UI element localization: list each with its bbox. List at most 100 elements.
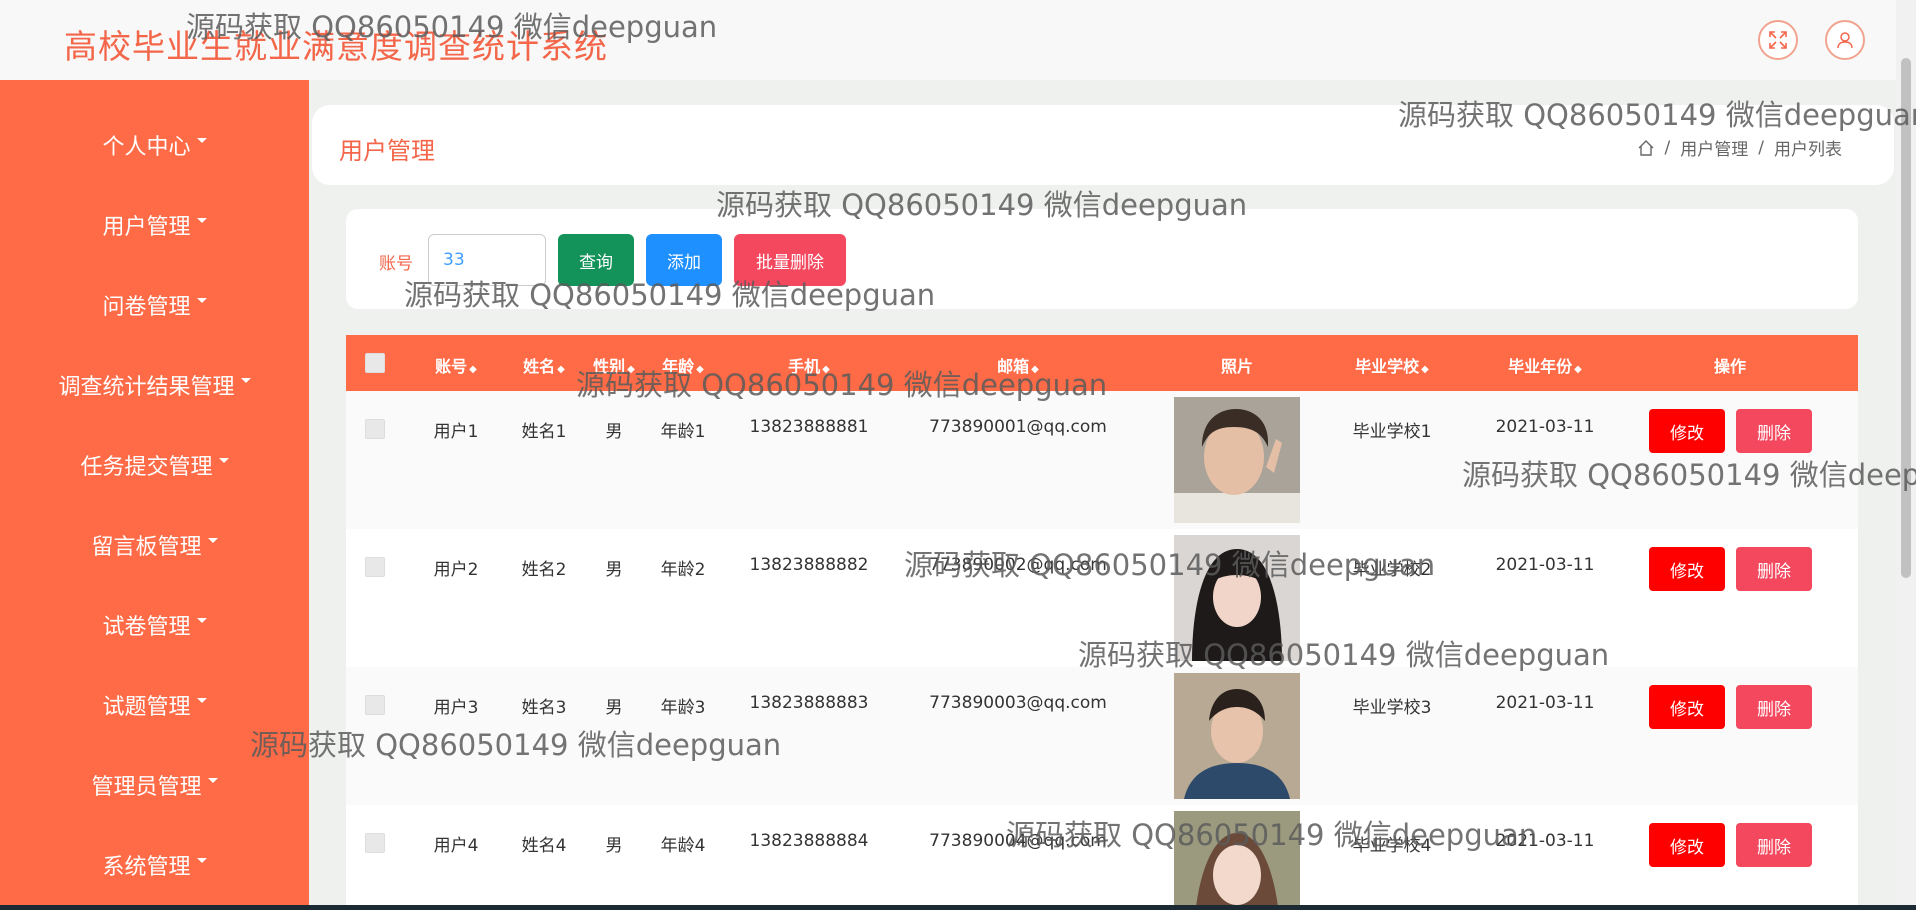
scroll-thumb[interactable] <box>1901 58 1911 578</box>
table-row: 用户3 姓名3 男 年龄3 13823888883 773890003@qq.c… <box>346 667 1858 806</box>
sidebar-item-label: 试卷管理 <box>102 615 191 640</box>
sidebar-item-label: 调查统计结果管理 <box>58 375 235 400</box>
caret-down-icon <box>196 617 207 623</box>
sort-icon: ◆ <box>1574 364 1582 375</box>
cell-gender: 男 <box>605 698 623 718</box>
user-photo <box>1174 811 1300 905</box>
sidebar-item-label: 个人中心 <box>102 135 191 160</box>
sidebar-item-system[interactable]: 系统管理 <box>0 845 309 885</box>
os-taskbar <box>0 905 1916 910</box>
column-header-actions: 操作 <box>1713 357 1747 376</box>
user-table: 账号 ◆ 姓名 ◆ 性别 ◆ 年龄 ◆ 手机 ◆ 邮箱 ◆ 照片 毕业学校 ◆ 毕业年份 ◆ 操… <box>346 335 1858 905</box>
caret-down-icon <box>196 137 207 143</box>
page-scrollbar[interactable] <box>1896 0 1916 905</box>
cell-email: 773890004@qq.com <box>929 831 1107 851</box>
cell-age: 年龄1 <box>660 422 706 442</box>
user-photo <box>1174 535 1300 661</box>
caret-down-icon <box>196 697 207 703</box>
column-header-gender[interactable]: 性别 ◆ <box>593 353 635 377</box>
cell-account: 用户2 <box>433 560 479 580</box>
caret-down-icon <box>196 857 207 863</box>
cell-account: 用户1 <box>433 422 479 442</box>
sidebar-item-label: 任务提交管理 <box>80 455 213 480</box>
user-icon <box>1837 32 1853 49</box>
edit-button[interactable]: 修改 <box>1649 409 1725 453</box>
cell-gender: 男 <box>605 560 623 580</box>
sidebar-item-message-board[interactable]: 留言板管理 <box>0 525 309 565</box>
cell-school: 毕业学校4 <box>1352 836 1432 856</box>
sidebar-item-label: 试题管理 <box>102 695 191 720</box>
sidebar-item-task-submission[interactable]: 任务提交管理 <box>0 445 309 485</box>
edit-button[interactable]: 修改 <box>1649 547 1725 591</box>
cell-name: 姓名2 <box>521 560 567 580</box>
column-header-account[interactable]: 账号 ◆ <box>435 353 477 377</box>
sidebar-item-personal-center[interactable]: 个人中心 <box>0 125 309 165</box>
sidebar: 个人中心 用户管理 问卷管理 调查统计结果管理 任务提交管理 留言板管理 试卷管… <box>0 80 309 905</box>
sidebar-item-user-management[interactable]: 用户管理 <box>0 205 309 245</box>
sort-icon: ◆ <box>469 364 477 375</box>
breadcrumb-item[interactable]: 用户管理 <box>1680 135 1748 160</box>
column-header-age[interactable]: 年龄 ◆ <box>662 353 704 377</box>
sidebar-item-label: 用户管理 <box>102 215 191 240</box>
sidebar-item-admin[interactable]: 管理员管理 <box>0 765 309 805</box>
cell-school: 毕业学校1 <box>1352 422 1432 442</box>
row-checkbox[interactable] <box>365 695 385 715</box>
row-checkbox[interactable] <box>365 833 385 853</box>
sort-icon: ◆ <box>627 364 635 375</box>
column-header-year[interactable]: 毕业年份 ◆ <box>1508 353 1582 377</box>
sidebar-item-questionnaire[interactable]: 问卷管理 <box>0 285 309 325</box>
sort-icon: ◆ <box>1031 364 1039 375</box>
sidebar-item-label: 管理员管理 <box>91 775 202 800</box>
batch-delete-button[interactable]: 批量删除 <box>734 234 846 286</box>
account-label: 账号 <box>379 254 413 274</box>
user-photo <box>1174 673 1300 799</box>
cell-email: 773890002@qq.com <box>929 555 1107 575</box>
home-icon[interactable] <box>1637 139 1655 157</box>
row-checkbox[interactable] <box>365 419 385 439</box>
page-header-card: 用户管理 / 用户管理 / 用户列表 <box>312 105 1894 185</box>
row-checkbox[interactable] <box>365 557 385 577</box>
edit-button[interactable]: 修改 <box>1649 823 1725 867</box>
select-all-checkbox[interactable] <box>365 353 385 373</box>
column-header-school[interactable]: 毕业学校 ◆ <box>1355 353 1429 377</box>
delete-button[interactable]: 删除 <box>1736 823 1812 867</box>
fullscreen-button[interactable] <box>1758 20 1798 60</box>
fullscreen-icon <box>1769 31 1787 49</box>
cell-age: 年龄4 <box>660 836 706 856</box>
breadcrumb: / 用户管理 / 用户列表 <box>1637 135 1842 160</box>
column-header-email[interactable]: 邮箱 ◆ <box>997 353 1039 377</box>
delete-button[interactable]: 删除 <box>1736 685 1812 729</box>
user-button[interactable] <box>1825 20 1865 60</box>
sort-icon: ◆ <box>1421 364 1429 375</box>
edit-button[interactable]: 修改 <box>1649 685 1725 729</box>
delete-button[interactable]: 删除 <box>1736 547 1812 591</box>
sort-icon: ◆ <box>822 364 830 375</box>
cell-year: 2021-03-11 <box>1495 831 1595 851</box>
query-button[interactable]: 查询 <box>558 234 634 286</box>
caret-down-icon <box>240 377 251 383</box>
cell-age: 年龄3 <box>660 698 706 718</box>
sidebar-item-exam-paper[interactable]: 试卷管理 <box>0 605 309 645</box>
column-header-name[interactable]: 姓名 ◆ <box>523 353 565 377</box>
account-search-input[interactable] <box>428 234 546 286</box>
delete-button[interactable]: 删除 <box>1736 409 1812 453</box>
sidebar-item-survey-results[interactable]: 调查统计结果管理 <box>0 365 309 405</box>
add-button[interactable]: 添加 <box>646 234 722 286</box>
table-header: 账号 ◆ 姓名 ◆ 性别 ◆ 年龄 ◆ 手机 ◆ 邮箱 ◆ 照片 毕业学校 ◆ 毕业年份 ◆ 操… <box>346 335 1858 391</box>
cell-school: 毕业学校3 <box>1352 698 1432 718</box>
cell-phone: 13823888881 <box>749 417 869 437</box>
sidebar-item-label: 问卷管理 <box>102 295 191 320</box>
caret-down-icon <box>207 777 218 783</box>
sidebar-item-questions[interactable]: 试题管理 <box>0 685 309 725</box>
cell-gender: 男 <box>605 422 623 442</box>
sidebar-item-label: 留言板管理 <box>91 535 202 560</box>
breadcrumb-separator: / <box>1664 137 1671 158</box>
table-row: 用户4 姓名4 男 年龄4 13823888884 773890004@qq.c… <box>346 805 1858 905</box>
page-title: 用户管理 <box>339 137 435 165</box>
cell-email: 773890001@qq.com <box>929 417 1107 437</box>
cell-phone: 13823888882 <box>749 555 869 575</box>
column-header-photo: 照片 <box>1220 357 1254 376</box>
cell-school: 毕业学校2 <box>1352 560 1432 580</box>
column-header-phone[interactable]: 手机 ◆ <box>788 353 830 377</box>
breadcrumb-item: 用户列表 <box>1774 140 1842 160</box>
